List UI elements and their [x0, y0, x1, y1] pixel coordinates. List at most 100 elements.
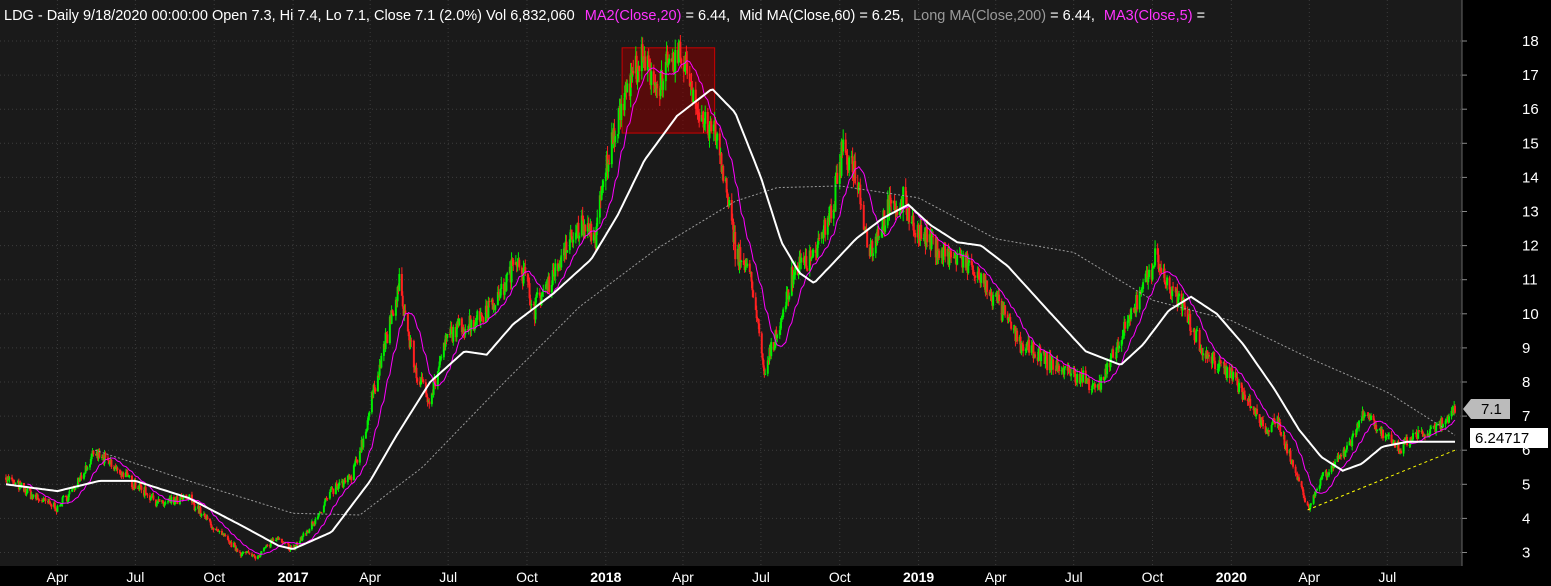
candle-body	[386, 334, 389, 344]
candle-body	[8, 477, 11, 480]
candle-body	[751, 281, 754, 291]
candle-body	[1294, 466, 1297, 473]
candle-body	[128, 475, 131, 477]
candle-body	[1286, 443, 1289, 454]
x-tick-label: Apr	[47, 569, 69, 585]
candle-body	[956, 254, 959, 265]
candle-body	[412, 340, 415, 368]
candle-body	[698, 112, 701, 122]
candle-body	[1382, 430, 1385, 439]
candle-body	[1076, 374, 1079, 383]
candle-body	[782, 309, 785, 318]
candle-body	[878, 236, 881, 238]
candle-body	[1292, 460, 1295, 467]
candle-body	[1016, 330, 1019, 342]
candle-body	[1448, 416, 1451, 423]
y-tick-label: 17	[1522, 67, 1539, 84]
candle-body	[326, 498, 329, 500]
candle-body	[452, 327, 455, 342]
candle-body	[662, 81, 665, 90]
candle-body	[712, 124, 715, 132]
candle-body	[1195, 330, 1198, 342]
candle-body	[704, 111, 707, 124]
candle-body	[1100, 377, 1103, 390]
candle-body	[914, 232, 917, 238]
candle-body	[1418, 430, 1421, 432]
candle-body	[596, 217, 599, 227]
candle-body	[149, 497, 152, 500]
candle-body	[764, 373, 767, 375]
x-tick-label: Oct	[1142, 569, 1164, 585]
candle-body	[818, 238, 821, 240]
candle-body	[620, 103, 623, 121]
candle-body	[430, 393, 433, 405]
candle-body	[1040, 353, 1043, 362]
candle-body	[440, 357, 443, 359]
x-tick-label: Jul	[1378, 569, 1396, 585]
candle-body	[1280, 431, 1283, 436]
y-tick-label: 8	[1522, 374, 1530, 391]
candle-body	[1022, 344, 1025, 351]
candle-body	[686, 62, 689, 74]
candle-body	[538, 292, 541, 296]
candle-body	[38, 500, 41, 502]
candle-body	[1412, 433, 1415, 440]
candle-body	[458, 318, 461, 326]
candle-body	[1435, 425, 1438, 433]
y-tick-label: 13	[1522, 204, 1539, 221]
candle-body	[908, 208, 911, 223]
candle-body	[836, 172, 839, 184]
candle-body	[233, 542, 236, 546]
candle-body	[728, 200, 731, 206]
y-tick-label: 4	[1522, 510, 1530, 527]
candle-body	[1370, 415, 1373, 421]
stock-chart[interactable]: 3456789101112131415161718 Apr Jul Oct 2017 A…	[0, 0, 1551, 586]
mid-ma-tag-value: 6.24717	[1475, 430, 1529, 447]
candle-body	[356, 459, 359, 463]
candle-body	[746, 263, 749, 267]
candle-body	[314, 519, 317, 524]
candle-body	[548, 276, 551, 293]
candle-body	[1106, 363, 1109, 375]
candle-body	[932, 236, 935, 238]
candle-body	[1346, 445, 1349, 450]
candle-body	[950, 251, 953, 258]
candle-body	[1283, 435, 1286, 446]
candle-body	[710, 121, 713, 132]
candle-body	[584, 224, 587, 232]
candle-body	[401, 295, 404, 307]
candle-body	[200, 514, 203, 516]
candle-body	[1178, 293, 1181, 297]
x-tick-label: Apr	[672, 569, 694, 585]
candle-body	[570, 229, 573, 237]
candle-body	[218, 531, 221, 533]
candle-body	[752, 290, 755, 298]
candle-body	[350, 476, 353, 481]
candle-body	[152, 495, 155, 500]
candle-body	[854, 161, 857, 184]
candle-body	[338, 482, 341, 486]
candle-body	[92, 450, 95, 455]
candle-body	[290, 546, 293, 548]
last-close-tag: 7.1	[1463, 399, 1510, 419]
long-ma-label: Long MA(Close,200)	[913, 8, 1046, 24]
candle-body	[1214, 360, 1217, 370]
candle-body	[1319, 479, 1322, 486]
candle-body	[80, 475, 83, 479]
last-close-tag-value: 7.1	[1481, 401, 1502, 418]
candle-body	[1268, 430, 1271, 432]
candle-body	[194, 508, 197, 511]
candle-body	[739, 247, 742, 262]
candle-body	[572, 239, 575, 243]
candle-body	[68, 491, 71, 495]
candle-body	[1400, 450, 1403, 454]
candle-body	[476, 311, 479, 320]
candle-body	[254, 556, 257, 559]
candle-body	[806, 268, 809, 271]
candle-body	[104, 453, 107, 458]
candle-body	[890, 199, 893, 204]
candle-body	[248, 552, 251, 554]
candle-body	[602, 181, 605, 187]
candle-body	[1118, 345, 1121, 349]
candle-body	[227, 539, 230, 542]
